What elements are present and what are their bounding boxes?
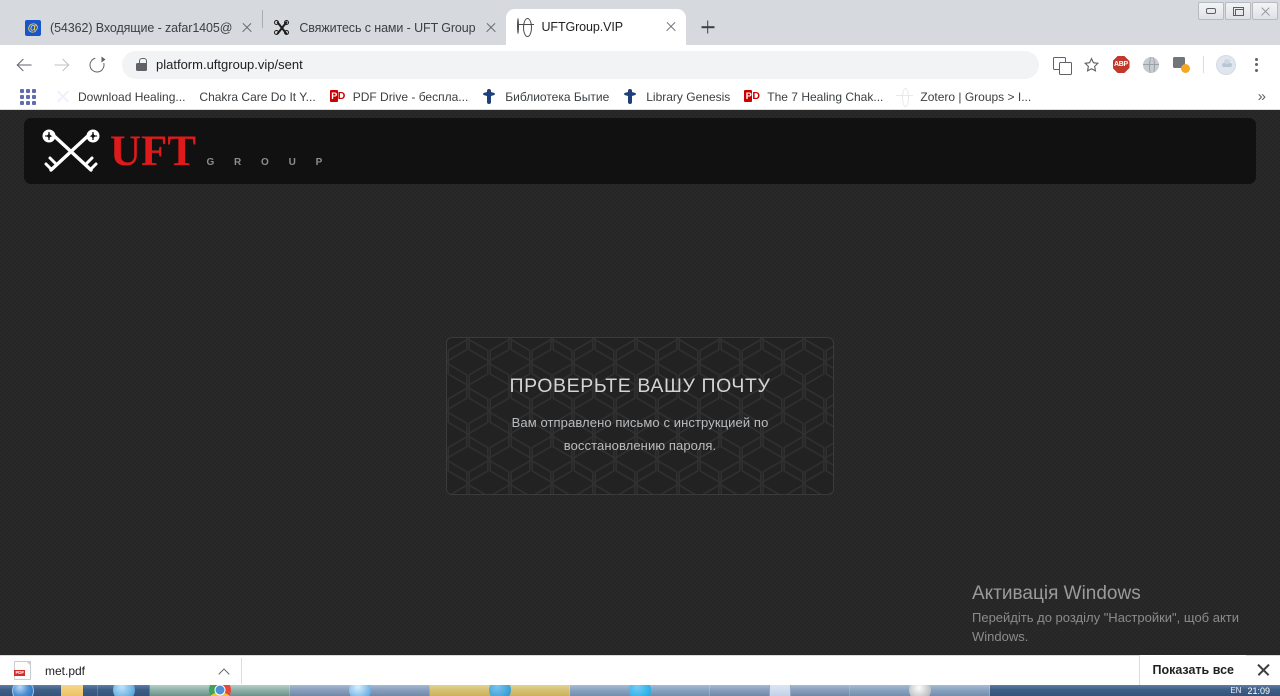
url-text: platform.uftgroup.vip/sent (156, 57, 303, 72)
chrome-window-button[interactable] (150, 685, 290, 696)
pdf-icon: PD (329, 90, 345, 102)
forward-button[interactable] (46, 50, 76, 80)
brand-subtitle: G R O U P (206, 156, 331, 168)
browser-tab-1[interactable]: @ (54362) Входящие - zafar1405@ (14, 11, 263, 45)
show-all-downloads-button[interactable]: Показать все (1139, 655, 1246, 685)
bookmark-label: Library Genesis (646, 89, 731, 104)
tabstrip-left-pad (0, 0, 14, 45)
translate-icon[interactable] (1047, 51, 1075, 79)
browser-tab-3-active[interactable]: UFTGroup.VIP (505, 9, 686, 45)
download-item[interactable]: met.pdf (14, 657, 242, 684)
forward-arrow-icon (54, 58, 68, 71)
tab-title: (54362) Входящие - zafar1405@ (50, 21, 233, 35)
taskbar-clock[interactable]: 21:09 (1247, 686, 1276, 696)
downloads-bar: met.pdf Показать все (0, 655, 1280, 685)
bookmark-biblioteka-bytie[interactable]: Библиотека Бытие (475, 86, 616, 108)
address-bar[interactable]: platform.uftgroup.vip/sent (122, 50, 1039, 79)
bookmark-download-healing[interactable]: Download Healing... (48, 86, 192, 108)
reload-button[interactable] (82, 50, 112, 80)
profile-avatar[interactable] (1212, 51, 1240, 79)
download-extension-icon[interactable] (1167, 51, 1195, 79)
card-title: ПРОВЕРЬТЕ ВАШУ ПОЧТУ (509, 375, 771, 398)
bookmark-label: Библиотека Бытие (505, 89, 610, 104)
page-content: UFT G R O U P ПРОВЕРЬТЕ ВАШУ ПОЧТУ Вам о… (0, 110, 1280, 655)
window-controls (1197, 2, 1278, 20)
reload-icon (90, 56, 106, 72)
bookmark-label: PDF Drive - беспла... (352, 89, 469, 104)
tab-title: UFTGroup.VIP (541, 20, 624, 34)
site-header: UFT G R O U P (24, 118, 1256, 184)
system-tray: EN 21:09 (1230, 686, 1280, 696)
toolbar-icons: ABP (1047, 51, 1270, 79)
bookmark-label: Download Healing... (78, 89, 186, 104)
bookmark-star-icon[interactable] (1077, 51, 1105, 79)
minimize-button[interactable] (1198, 2, 1224, 20)
close-downloads-bar-button[interactable] (1255, 661, 1272, 678)
close-icon[interactable] (482, 19, 500, 37)
ie-window-button[interactable] (290, 685, 430, 696)
bookmarks-overflow-button[interactable]: » (1258, 88, 1272, 105)
bookmark-label: Zotero | Groups > I... (920, 89, 1032, 104)
bookmark-label: Chakra Care Do It Y... (199, 89, 316, 104)
language-indicator[interactable]: EN (1230, 686, 1241, 695)
globe-icon (516, 18, 533, 35)
back-arrow-icon (18, 58, 32, 71)
crossed-keys-logo (36, 126, 106, 176)
eagle-window-button[interactable] (850, 685, 990, 696)
card-message: Вам отправлено письмо с инструкцией по в… (511, 415, 769, 453)
skype-window-button[interactable] (570, 685, 710, 696)
abp-label: ABP (1112, 56, 1130, 73)
book-icon (482, 89, 498, 105)
content-area: ПРОВЕРЬТЕ ВАШУ ПОЧТУ Вам отправлено пись… (24, 184, 1256, 654)
browser-tab-2[interactable]: Свяжитесь с нами - UFT Group (263, 11, 506, 45)
browser-window: @ (54362) Входящие - zafar1405@ Свяжитес… (0, 0, 1280, 696)
bookmarks-bar: Download Healing... Chakra Care Do It Y.… (0, 84, 1280, 110)
bookmark-label: The 7 Healing Chak... (767, 89, 884, 104)
book-icon (623, 89, 639, 105)
snowflake-icon (55, 89, 71, 105)
windows-start-orb[interactable] (0, 685, 46, 696)
adblock-plus-icon[interactable]: ABP (1107, 51, 1135, 79)
telegram-window-button[interactable] (430, 685, 570, 696)
lock-icon (136, 58, 147, 71)
mail-at-icon: @ (25, 20, 41, 36)
bookmark-pdf-drive[interactable]: PD PDF Drive - беспла... (323, 86, 476, 108)
tab-title: Свяжитесь с нами - UFT Group (299, 21, 476, 35)
bookmark-7-healing-chakras[interactable]: PD The 7 Healing Chak... (737, 86, 890, 108)
bookmark-chakra-care[interactable]: Chakra Care Do It Y... (192, 86, 322, 108)
check-email-card: ПРОВЕРЬТЕ ВАШУ ПОЧТУ Вам отправлено пись… (446, 337, 834, 495)
new-tab-button[interactable] (694, 13, 722, 41)
browser-toolbar: platform.uftgroup.vip/sent ABP (0, 45, 1280, 84)
card-content: ПРОВЕРЬТЕ ВАШУ ПОЧТУ Вам отправлено пись… (447, 375, 833, 457)
back-button[interactable] (10, 50, 40, 80)
chevron-up-icon[interactable] (217, 664, 231, 678)
ie-taskbar-icon[interactable] (98, 685, 150, 696)
chrome-menu-icon[interactable] (1242, 51, 1270, 79)
pdf-icon: PD (744, 90, 760, 102)
crossed-keys-icon (274, 20, 290, 36)
download-file-name: met.pdf (45, 663, 86, 678)
explorer-taskbar-icon[interactable] (46, 685, 98, 696)
zotero-globe-icon (897, 89, 913, 105)
tab-strip: @ (54362) Входящие - zafar1405@ Свяжитес… (0, 0, 1280, 45)
windows-taskbar: EN 21:09 (0, 685, 1280, 696)
toolbar-divider (1203, 56, 1204, 73)
logo-text-block: UFT G R O U P (110, 130, 331, 173)
bookmark-library-genesis[interactable]: Library Genesis (616, 86, 737, 108)
close-icon[interactable] (238, 19, 256, 37)
close-icon[interactable] (662, 18, 680, 36)
pdf-file-icon (14, 661, 31, 680)
brand-name: UFT (110, 127, 196, 175)
globe-extension-icon[interactable] (1137, 51, 1165, 79)
bookmark-zotero-groups[interactable]: Zotero | Groups > I... (890, 86, 1038, 108)
apps-grid-icon[interactable] (18, 87, 38, 107)
restore-button[interactable] (1225, 2, 1251, 20)
word-window-button[interactable] (710, 685, 850, 696)
uft-group-logo[interactable]: UFT G R O U P (36, 125, 331, 177)
close-window-button[interactable] (1252, 2, 1278, 20)
